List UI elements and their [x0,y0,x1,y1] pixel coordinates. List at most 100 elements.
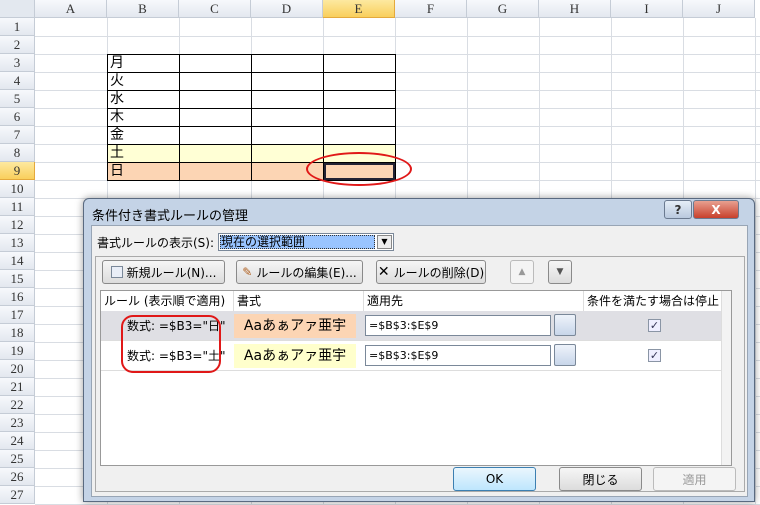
show-rules-dropdown[interactable]: 現在の選択範囲 ▼ [218,233,394,251]
move-up-button[interactable]: ▲ [510,260,534,284]
row-header-25[interactable]: 25 [0,450,35,468]
stop-if-true-checkbox[interactable]: ✓ [648,349,661,362]
column-header-F[interactable]: F [395,0,467,18]
cell[interactable] [251,54,324,73]
row-header-23[interactable]: 23 [0,414,35,432]
row-header-26[interactable]: 26 [0,468,35,486]
close-icon[interactable]: X [693,200,739,219]
show-rules-value: 現在の選択範囲 [220,235,375,249]
rules-list: ルール (表示順で適用) 書式 適用先 条件を満たす場合は停止 数式: =$B3… [100,290,732,466]
new-rule-icon [110,266,123,278]
cell[interactable] [323,90,396,109]
column-header-applies-to: 適用先 [364,291,584,311]
cell[interactable] [251,108,324,127]
triangle-up-icon: ▲ [518,267,526,277]
row-header-4[interactable]: 4 [0,72,35,90]
row-header-12[interactable]: 12 [0,216,35,234]
cell[interactable] [251,126,324,145]
cell-day[interactable]: 日 [107,162,180,181]
cell[interactable] [251,72,324,91]
column-header-C[interactable]: C [179,0,251,18]
row-header-27[interactable]: 27 [0,486,35,504]
ok-button[interactable]: OK [453,467,536,491]
help-button[interactable]: ? [664,200,692,219]
column-header-A[interactable]: A [35,0,107,18]
move-down-button[interactable]: ▼ [548,260,572,284]
column-header-J[interactable]: J [683,0,755,18]
row-header-5[interactable]: 5 [0,90,35,108]
scrollbar[interactable] [721,291,731,465]
highlight-ring [121,315,221,373]
cell-day[interactable]: 金 [107,126,180,145]
apply-button[interactable]: 適用 [653,467,736,491]
row-header-22[interactable]: 22 [0,396,35,414]
cell-day[interactable]: 火 [107,72,180,91]
row-header-18[interactable]: 18 [0,324,35,342]
row-header-2[interactable]: 2 [0,36,35,54]
cell[interactable] [323,54,396,73]
cell-day[interactable]: 水 [107,90,180,109]
applies-to-input[interactable]: =$B$3:$E$9 [365,345,551,366]
close-button[interactable]: 閉じる [559,467,642,491]
column-header-stop-if-true: 条件を満たす場合は停止 [587,294,720,308]
row-header-6[interactable]: 6 [0,108,35,126]
select-all-corner[interactable] [0,0,35,18]
conditional-format-rules-manager-dialog: 条件付き書式ルールの管理 ? X 書式ルールの表示(S): 現在の選択範囲 ▼ … [83,198,755,502]
row-header-3[interactable]: 3 [0,54,35,72]
format-preview: Aaあぁアァ亜宇 [234,344,356,368]
edit-rule-icon: ✎ [242,265,253,279]
column-header-rule: ルール (表示順で適用) [101,291,234,311]
row-header-20[interactable]: 20 [0,360,35,378]
delete-icon: ✕ [377,264,390,280]
dialog-body: 書式ルールの表示(S): 現在の選択範囲 ▼ 新規ルール(N)... ✎ ルールの… [91,225,748,497]
cell-day[interactable]: 木 [107,108,180,127]
cell[interactable] [179,144,252,163]
column-header-B[interactable]: B [107,0,179,18]
applies-to-input[interactable]: =$B$3:$E$9 [365,315,551,336]
cell[interactable] [179,108,252,127]
row-header-9[interactable]: 9 [0,162,35,180]
cell-day[interactable]: 月 [107,54,180,73]
cell[interactable] [179,126,252,145]
row-header-13[interactable]: 13 [0,234,35,252]
row-header-10[interactable]: 10 [0,180,35,198]
row-header-11[interactable]: 11 [0,198,35,216]
format-preview: Aaあぁアァ亜宇 [234,314,356,338]
row-header-17[interactable]: 17 [0,306,35,324]
dialog-title: 条件付き書式ルールの管理 [92,209,249,224]
row-header-15[interactable]: 15 [0,270,35,288]
cell[interactable] [179,54,252,73]
cell[interactable] [179,162,252,181]
column-header-format: 書式 [234,291,364,311]
cell[interactable] [179,90,252,109]
row-header-14[interactable]: 14 [0,252,35,270]
chevron-down-icon[interactable]: ▼ [377,235,392,249]
stop-if-true-checkbox[interactable]: ✓ [648,319,661,332]
edit-rule-button[interactable]: ✎ ルールの編集(E)... [236,260,363,284]
row-header-1[interactable]: 1 [0,18,35,36]
column-header-H[interactable]: H [539,0,611,18]
column-header-E[interactable]: E [323,0,395,18]
cell[interactable] [323,108,396,127]
row-header-19[interactable]: 19 [0,342,35,360]
row-header-21[interactable]: 21 [0,378,35,396]
row-header-8[interactable]: 8 [0,144,35,162]
gridline [35,36,760,37]
cell[interactable] [323,72,396,91]
new-rule-button[interactable]: 新規ルール(N)... [102,260,225,284]
column-header-G[interactable]: G [467,0,539,18]
range-select-icon[interactable] [554,344,576,366]
cell[interactable] [323,126,396,145]
delete-rule-button[interactable]: ✕ ルールの削除(D) [376,260,486,284]
column-header-D[interactable]: D [251,0,323,18]
row-header-16[interactable]: 16 [0,288,35,306]
row-header-24[interactable]: 24 [0,432,35,450]
cell-day[interactable]: 土 [107,144,180,163]
highlight-ring [306,152,412,186]
row-header-7[interactable]: 7 [0,126,35,144]
show-rules-label: 書式ルールの表示(S): [97,236,215,250]
column-header-I[interactable]: I [611,0,683,18]
cell[interactable] [251,90,324,109]
range-select-icon[interactable] [554,314,576,336]
cell[interactable] [179,72,252,91]
